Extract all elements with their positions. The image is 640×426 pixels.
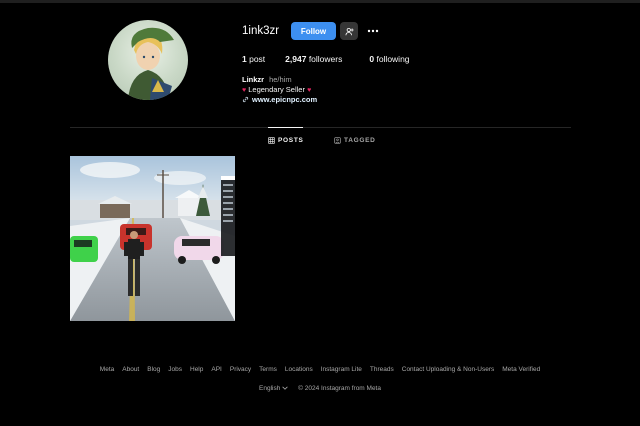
post-image — [70, 156, 235, 321]
chevron-down-icon — [282, 386, 288, 390]
active-tab-indicator — [268, 127, 303, 128]
footer-links: Meta About Blog Jobs Help API Privacy Te… — [0, 366, 640, 373]
more-horizontal-icon — [367, 29, 379, 33]
footer-bottom: English © 2024 Instagram from Meta — [0, 385, 640, 392]
follow-button[interactable]: Follow — [291, 22, 336, 40]
grid-icon — [268, 137, 275, 144]
suggested-accounts-button[interactable] — [340, 22, 358, 40]
following-link[interactable]: 0 following — [369, 54, 409, 64]
options-button[interactable] — [364, 22, 382, 40]
language-selector[interactable]: English — [259, 385, 288, 392]
footer-link[interactable]: Terms — [259, 366, 277, 373]
posts-count: 1 post — [242, 54, 266, 64]
profile-divider — [70, 127, 571, 128]
profile-external-link[interactable]: www.epicnpc.com — [242, 95, 317, 104]
bio-text: Legendary Seller — [248, 85, 305, 94]
heart-emoji-icon: ♥ — [307, 87, 312, 94]
footer-link[interactable]: Jobs — [168, 366, 182, 373]
footer-link[interactable]: Privacy — [230, 366, 251, 373]
post-thumbnail[interactable] — [70, 156, 235, 321]
footer-link[interactable]: Blog — [147, 366, 160, 373]
tab-tagged[interactable]: TAGGED — [334, 137, 376, 144]
person-add-icon — [344, 27, 354, 35]
window-top-border — [0, 0, 640, 3]
footer-link[interactable]: Contact Uploading & Non-Users — [402, 366, 495, 373]
profile-stats: 1 post 2,947 followers 0 following — [242, 54, 410, 64]
heart-emoji-icon: ♥ — [242, 87, 247, 94]
profile-full-name: Linkzr he/him — [242, 75, 292, 84]
footer-link[interactable]: Meta — [100, 366, 114, 373]
link-icon — [242, 96, 249, 103]
profile-bio: ♥ Legendary Seller ♥ — [242, 85, 311, 94]
copyright-text: © 2024 Instagram from Meta — [298, 385, 381, 392]
profile-avatar[interactable] — [108, 20, 188, 100]
profile-pronouns: he/him — [269, 75, 292, 84]
footer-link[interactable]: Help — [190, 366, 203, 373]
footer-link[interactable]: About — [122, 366, 139, 373]
followers-link[interactable]: 2,947 followers — [285, 54, 342, 64]
tab-posts[interactable]: POSTS — [268, 137, 304, 144]
tagged-icon — [334, 137, 341, 144]
footer-link[interactable]: Instagram Lite — [321, 366, 362, 373]
footer-link[interactable]: Meta Verified — [502, 366, 540, 373]
footer-link[interactable]: Locations — [285, 366, 313, 373]
footer-link[interactable]: Threads — [370, 366, 394, 373]
avatar-image — [128, 27, 174, 100]
footer-link[interactable]: API — [211, 366, 221, 373]
profile-username: 1ink3zr — [242, 25, 280, 37]
